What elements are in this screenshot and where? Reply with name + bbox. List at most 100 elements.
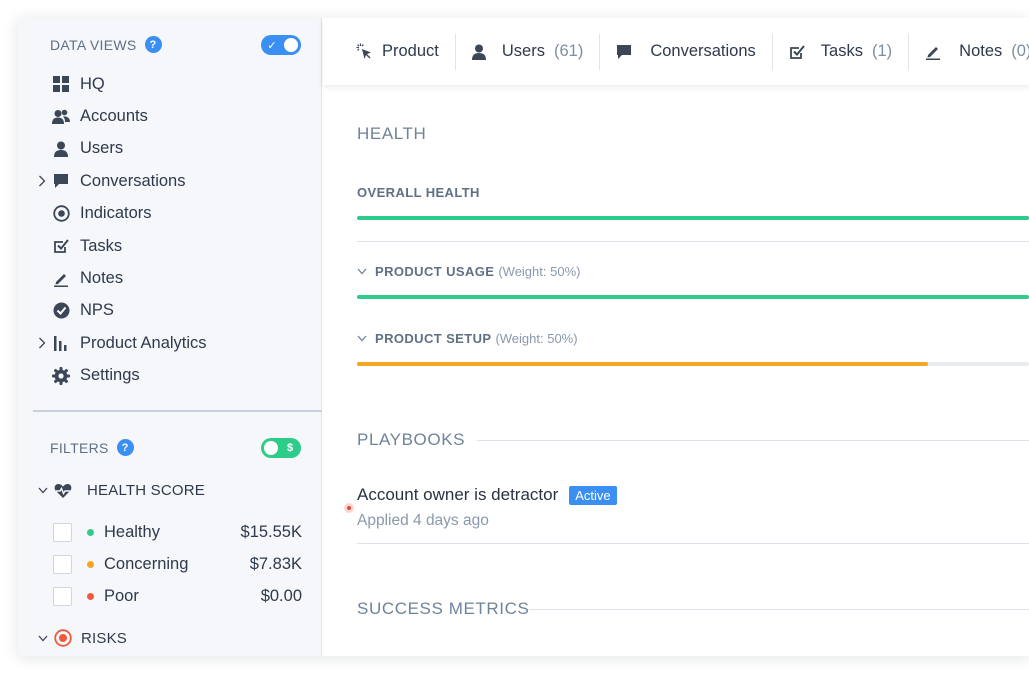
check-circle-icon (52, 302, 70, 320)
sidebar-item-indicators[interactable]: Indicators (18, 198, 322, 230)
cursor-click-icon (356, 43, 373, 60)
indicator-icon (52, 205, 70, 223)
main-panel: Product Users (61) Conversations Tasks (… (323, 18, 1029, 656)
filter-amount: $7.83K (249, 554, 302, 573)
heartbeat-icon (54, 483, 72, 499)
sidebar-item-settings[interactable]: Settings (18, 360, 322, 392)
product-setup-fill (357, 362, 929, 366)
tab-label: Product (382, 42, 439, 60)
chat-icon (52, 172, 70, 190)
overall-health-label: OVERALL HEALTH (357, 185, 480, 200)
product-usage-label: PRODUCT USAGE (375, 264, 495, 279)
sidebar: DATA VIEWS ? ✓ HQ Accounts Users Convers… (18, 18, 322, 656)
overall-health-fill (357, 216, 1029, 220)
risks-filter-header[interactable]: RISKS (38, 629, 127, 647)
filter-poor: Poor $0.00 (53, 584, 302, 608)
tab-bar: Product Users (61) Conversations Tasks (… (323, 18, 1029, 85)
status-dot (344, 503, 354, 513)
grid-icon (52, 75, 70, 93)
chat-icon (616, 44, 632, 60)
tab-label: Notes (959, 42, 1003, 60)
data-views-header: DATA VIEWS ? (50, 36, 162, 53)
product-setup-weight: (Weight: 50%) (495, 331, 578, 346)
risk-icon (54, 629, 72, 647)
sidebar-item-tasks[interactable]: Tasks (18, 230, 322, 262)
risks-title: RISKS (81, 629, 128, 647)
sidebar-item-notes[interactable]: Notes (18, 262, 322, 294)
overall-health-bar (357, 216, 1029, 220)
toggle-knob (264, 441, 278, 455)
tab-tasks[interactable]: Tasks (1) (773, 33, 910, 70)
product-setup-header[interactable]: PRODUCT SETUP (Weight: 50%) (357, 331, 578, 346)
playbook-item[interactable]: Account owner is detractor Active (357, 485, 617, 505)
tab-label: Conversations (650, 42, 756, 60)
chevron-down-icon[interactable] (357, 268, 367, 275)
concerning-dot (87, 560, 94, 568)
healthy-checkbox[interactable] (53, 522, 72, 542)
playbook-applied: Applied 4 days ago (357, 512, 489, 529)
product-usage-bar (357, 295, 1029, 299)
tab-product[interactable]: Product (323, 33, 456, 70)
filters-toggle[interactable]: $ (261, 438, 301, 458)
poor-checkbox[interactable] (53, 586, 72, 606)
divider (357, 543, 1029, 544)
sidebar-item-product-analytics[interactable]: Product Analytics (18, 327, 322, 359)
chevron-down-icon[interactable] (38, 487, 50, 494)
product-usage-weight: (Weight: 50%) (498, 264, 581, 279)
product-usage-fill (357, 295, 1029, 299)
filter-label: Healthy (104, 522, 160, 541)
chevron-right-icon[interactable] (38, 335, 48, 351)
section-rule (477, 440, 1029, 441)
health-score-title: HEALTH SCORE (87, 482, 205, 499)
data-views-title: DATA VIEWS (50, 36, 137, 53)
sidebar-item-label: Settings (80, 366, 140, 385)
filter-label: Poor (104, 586, 139, 605)
accounts-icon (52, 108, 70, 126)
sidebar-item-label: Indicators (80, 204, 152, 223)
tab-label: Tasks (820, 42, 863, 60)
sidebar-item-label: Conversations (80, 171, 186, 190)
help-icon[interactable]: ? (144, 36, 162, 53)
data-views-toggle[interactable]: ✓ (261, 35, 301, 55)
sidebar-item-label: NPS (80, 301, 114, 320)
tab-label: Users (501, 42, 545, 60)
sidebar-item-label: HQ (80, 74, 105, 93)
tab-users[interactable]: Users (61) (456, 33, 601, 70)
user-icon (471, 44, 486, 60)
sidebar-divider (33, 410, 322, 412)
filter-amount: $15.55K (240, 522, 302, 541)
chevron-down-icon[interactable] (38, 635, 50, 642)
tab-notes[interactable]: Notes (0) (909, 34, 1029, 70)
poor-dot (87, 592, 94, 600)
concerning-checkbox[interactable] (53, 554, 72, 574)
pencil-icon (925, 44, 941, 60)
help-icon[interactable]: ? (116, 439, 134, 456)
product-usage-header[interactable]: PRODUCT USAGE (Weight: 50%) (357, 264, 580, 279)
filters-title: FILTERS (50, 439, 109, 456)
healthy-dot (87, 528, 94, 536)
user-icon (52, 140, 70, 158)
dollar-icon: $ (286, 442, 294, 454)
chevron-down-icon[interactable] (357, 335, 367, 342)
task-icon (789, 44, 805, 60)
gear-icon (52, 366, 70, 385)
sidebar-item-users[interactable]: Users (18, 133, 322, 165)
tab-count: (0) (1011, 42, 1029, 60)
sidebar-item-nps[interactable]: NPS (18, 295, 322, 327)
sidebar-item-conversations[interactable]: Conversations (18, 165, 322, 197)
sidebar-item-label: Users (80, 139, 124, 158)
pencil-icon (52, 270, 70, 288)
bar-chart-icon (52, 334, 70, 352)
sidebar-item-hq[interactable]: HQ (18, 68, 322, 100)
task-icon (52, 237, 70, 255)
tab-count: (1) (871, 42, 893, 60)
tab-count: (61) (553, 42, 584, 60)
sidebar-item-label: Accounts (80, 107, 148, 126)
product-setup-label: PRODUCT SETUP (375, 331, 492, 346)
chevron-right-icon[interactable] (38, 173, 48, 189)
data-views-nav: HQ Accounts Users Conversations Indicato… (18, 68, 322, 392)
sidebar-item-accounts[interactable]: Accounts (18, 100, 322, 132)
playbook-title: Account owner is detractor (357, 485, 559, 504)
tab-conversations[interactable]: Conversations (600, 33, 773, 70)
health-score-filter-header[interactable]: HEALTH SCORE (38, 482, 205, 499)
